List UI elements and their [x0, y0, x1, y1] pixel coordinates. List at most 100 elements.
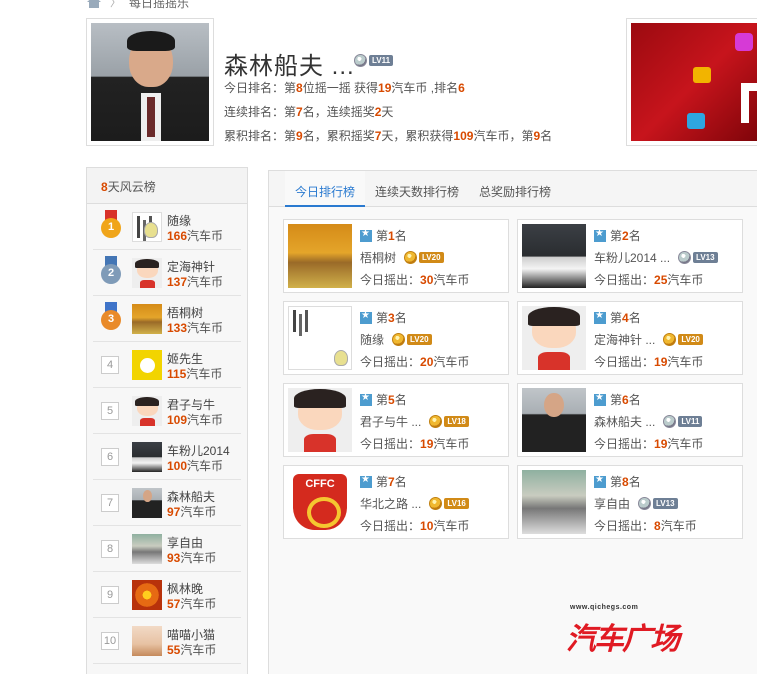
coin-value: 19: [654, 437, 668, 451]
sidebar-item[interactable]: 4 姬先生 115汽车币: [93, 342, 241, 388]
medal-rank-number: 2: [101, 264, 121, 284]
user-avatar[interactable]: [132, 396, 162, 426]
sidebar-item[interactable]: 7 森林船夫 97汽车币: [93, 480, 241, 526]
coin-unit: 汽车币: [180, 551, 217, 565]
banner-graphic: [741, 83, 757, 123]
coin-count: 133汽车币: [167, 319, 223, 336]
user-name-row: 君子与牛 ... LV18: [360, 413, 469, 430]
tab-2[interactable]: 连续天数排行榜: [365, 171, 469, 207]
user-avatar[interactable]: [132, 442, 162, 472]
medal-rank-number: 1: [101, 218, 121, 238]
ranking-card: 第4名定海神针 ... LV20 今日摇出：19汽车币: [517, 301, 743, 375]
rank-suffix: 名: [628, 311, 641, 325]
user-avatar[interactable]: [132, 258, 162, 288]
user-avatar[interactable]: [522, 388, 586, 452]
rank-text: 第6名: [610, 391, 641, 408]
rank-label: 第4名: [594, 309, 641, 326]
coin-unit: 汽车币: [186, 367, 223, 381]
level-label: LV13: [653, 498, 678, 509]
sidebar-item[interactable]: 6 车粉儿2014 100汽车币: [93, 434, 241, 480]
star-icon: [360, 474, 372, 488]
rank-number: 1: [388, 229, 395, 243]
medal-icon: [354, 54, 367, 67]
home-icon[interactable]: [86, 0, 102, 8]
user-avatar[interactable]: [522, 306, 586, 370]
profile-avatar[interactable]: [86, 18, 214, 146]
coin-unit: 汽车币: [433, 519, 470, 533]
user-name[interactable]: 华北之路 ...: [360, 495, 421, 512]
sidebar-title: 8天风云榜: [87, 168, 247, 204]
sidebar-item[interactable]: 10 喵喵小猫 55汽车币: [93, 618, 241, 664]
medal-icon: [404, 251, 418, 264]
user-avatar[interactable]: [288, 306, 352, 370]
user-avatar[interactable]: [288, 224, 352, 288]
rank-suffix: 名: [628, 475, 641, 489]
rank-suffix: 名: [394, 475, 407, 489]
rank-number: 6: [622, 393, 629, 407]
shake-result: 今日摇出：19汽车币: [594, 435, 703, 452]
user-name[interactable]: 随缘: [360, 331, 384, 348]
level-badge: LV11: [663, 415, 703, 428]
shake-prefix: 今日摇出：: [594, 273, 655, 287]
coin-unit: 汽车币: [433, 437, 470, 451]
rank-label: 第7名: [360, 473, 407, 490]
total-rank-text: 累积排名：第9名，累积摇奖7天，累积获得109汽车币，第9名: [224, 127, 552, 144]
user-avatar[interactable]: [132, 350, 162, 380]
user-name[interactable]: 森林船夫 ...: [594, 413, 655, 430]
coin-value: 8: [654, 519, 661, 533]
rank-number: 4: [622, 311, 629, 325]
sidebar-item[interactable]: 5 君子与牛 109汽车币: [93, 388, 241, 434]
ranking-card: 第5名君子与牛 ... LV18 今日摇出：19汽车币: [283, 383, 509, 457]
user-avatar[interactable]: [132, 626, 162, 656]
promo-banner[interactable]: [626, 18, 757, 146]
rank-label: 第1名: [360, 227, 407, 244]
coin-value: 137: [167, 275, 188, 289]
profile-name[interactable]: 森林船夫 ...: [224, 46, 355, 81]
user-avatar[interactable]: [132, 488, 162, 518]
sidebar-item[interactable]: 2 定海神针 137汽车币: [93, 250, 241, 296]
level-badge: LV20: [392, 333, 432, 346]
coin-unit: 汽车币: [433, 273, 470, 287]
user-avatar[interactable]: [522, 224, 586, 288]
sidebar-item[interactable]: 8 享自由 93汽车币: [93, 526, 241, 572]
user-name[interactable]: 享自由: [594, 495, 630, 512]
rank-number: 7: [101, 494, 119, 512]
user-avatar[interactable]: [132, 212, 162, 242]
tab-1[interactable]: 今日排行榜: [285, 171, 366, 207]
user-avatar[interactable]: [132, 534, 162, 564]
user-avatar[interactable]: [288, 470, 352, 534]
sidebar-item[interactable]: 9 枫林晚 57汽车币: [93, 572, 241, 618]
level-label: LV11: [369, 55, 394, 66]
user-name[interactable]: 车粉儿2014 ...: [594, 249, 670, 266]
coin-value: 20: [420, 355, 434, 369]
sidebar-list: 1 随缘 166汽车币 2 定海神针 137汽车币 3 梧桐树 133汽车币 4 姬先生 115汽车币…: [87, 204, 247, 664]
site-logo[interactable]: www.qichegs.com 汽车广场: [566, 604, 726, 666]
coin-count: 55汽车币: [167, 641, 216, 658]
level-badge: LV13: [678, 251, 718, 264]
coin-unit: 汽车币: [180, 505, 217, 519]
user-name[interactable]: 君子与牛 ...: [360, 413, 421, 430]
ranking-card: 第1名梧桐树 LV20 今日摇出：30汽车币: [283, 219, 509, 293]
rank-number: 2: [622, 229, 629, 243]
shake-prefix: 今日摇出：: [594, 437, 655, 451]
sidebar-item[interactable]: 3 梧桐树 133汽车币: [93, 296, 241, 342]
rank-text: 第8名: [610, 473, 641, 490]
coin-value: 55: [167, 643, 181, 657]
user-name[interactable]: 定海神针 ...: [594, 331, 655, 348]
sidebar-item[interactable]: 1 随缘 166汽车币: [93, 204, 241, 250]
tab-3[interactable]: 总奖励排行榜: [469, 171, 561, 207]
stat-number: 19: [378, 81, 392, 95]
level-label: LV20: [419, 252, 444, 263]
level-badge: LV20: [663, 333, 703, 346]
level-label: LV20: [678, 334, 703, 345]
user-name[interactable]: 梧桐树: [360, 249, 396, 266]
user-avatar[interactable]: [522, 470, 586, 534]
user-avatar[interactable]: [132, 580, 162, 610]
coin-value: 100: [167, 459, 188, 473]
user-avatar[interactable]: [288, 388, 352, 452]
rank-text: 第5名: [376, 391, 407, 408]
rank-suffix: 名: [394, 393, 407, 407]
rank-text: 第3名: [376, 309, 407, 326]
shake-prefix: 今日摇出：: [360, 437, 421, 451]
user-avatar[interactable]: [132, 304, 162, 334]
